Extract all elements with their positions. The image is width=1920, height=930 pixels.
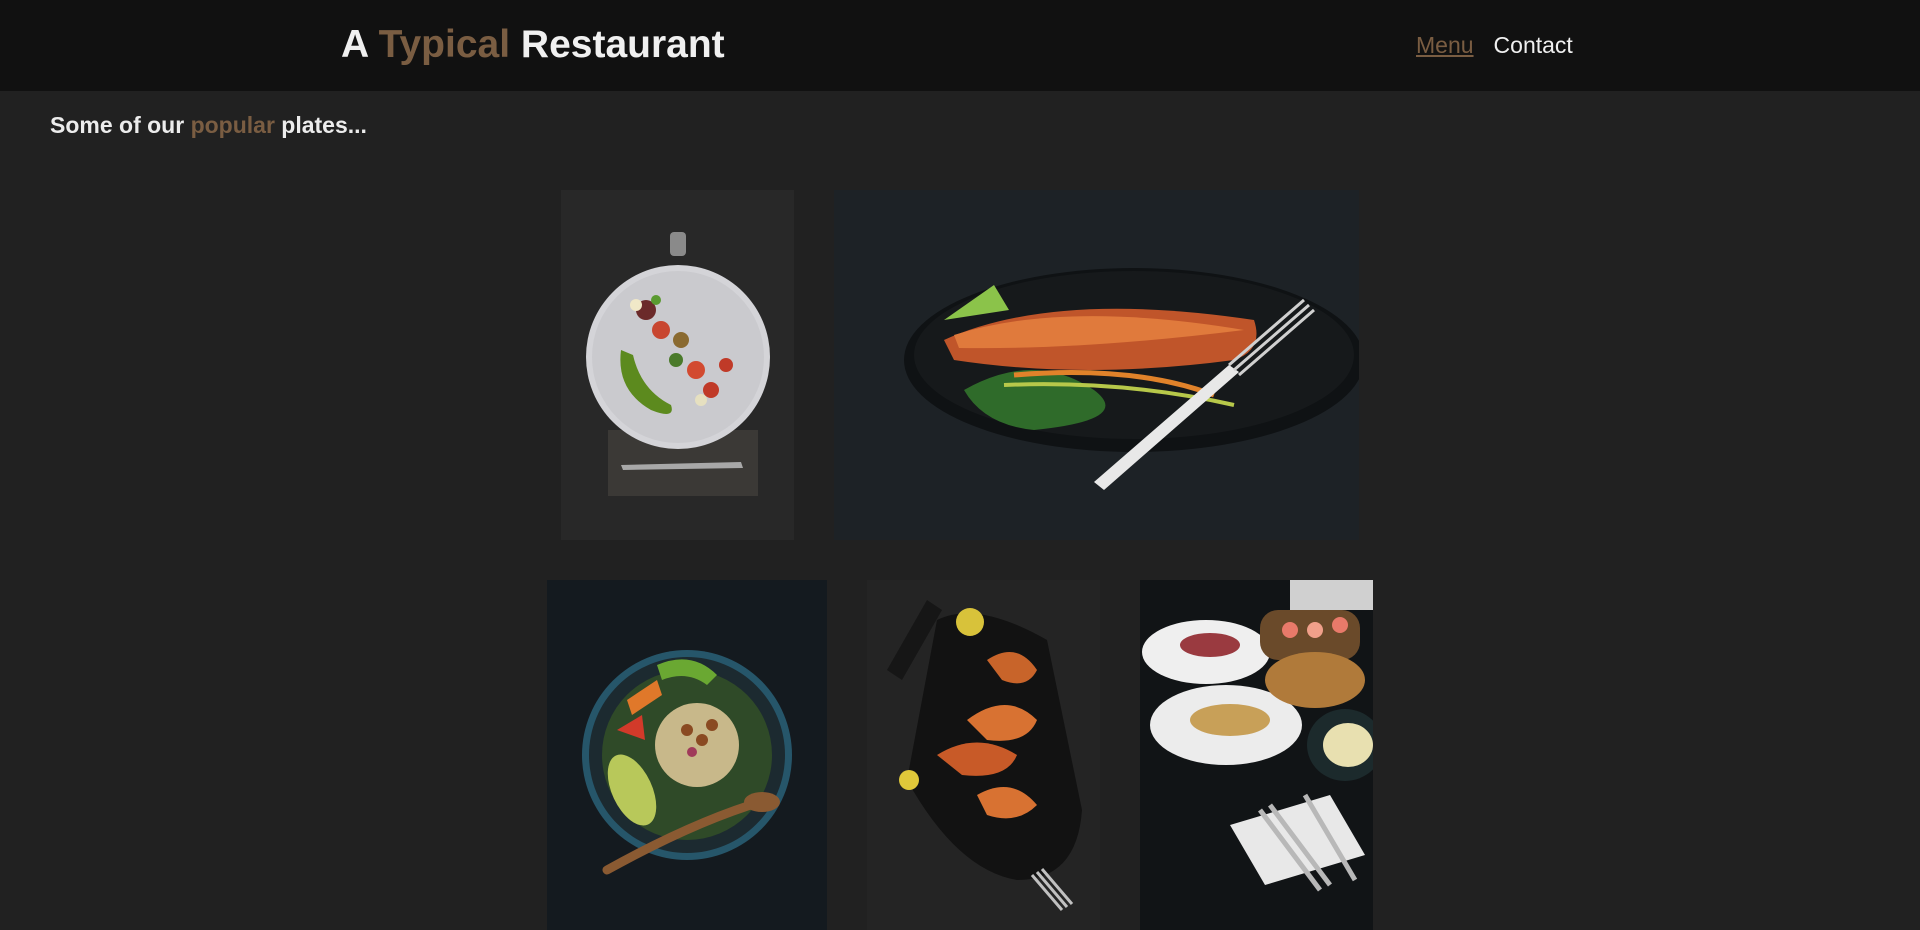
grain-bowl-image xyxy=(547,580,827,930)
intro-prefix: Some of our xyxy=(50,112,185,138)
site-header: A Typical Restaurant Menu Contact xyxy=(0,0,1920,91)
intro-suffix: plates... xyxy=(281,112,367,138)
grain-bowl-photo[interactable] xyxy=(547,580,827,930)
salad-plate-photo[interactable] xyxy=(561,190,794,540)
salmon-plate-image xyxy=(834,190,1359,540)
nav-contact-link[interactable]: Contact xyxy=(1494,31,1573,59)
site-title: A Typical Restaurant xyxy=(341,22,725,68)
intro-heading: Some of our popular plates... xyxy=(50,111,367,139)
main-nav: Menu Contact xyxy=(1416,31,1573,59)
title-suffix: Restaurant xyxy=(520,23,725,66)
title-prefix: A xyxy=(341,23,368,66)
sushi-spread-image xyxy=(1140,580,1373,930)
shrimp-platter-photo[interactable] xyxy=(867,580,1100,930)
sushi-spread-photo[interactable] xyxy=(1140,580,1373,930)
nav-menu-link[interactable]: Menu xyxy=(1416,31,1474,59)
shrimp-platter-image xyxy=(867,580,1100,930)
salmon-plate-photo[interactable] xyxy=(834,190,1359,540)
title-accent: Typical xyxy=(378,23,511,66)
salad-plate-image xyxy=(561,190,794,540)
intro-accent: popular xyxy=(190,112,275,138)
